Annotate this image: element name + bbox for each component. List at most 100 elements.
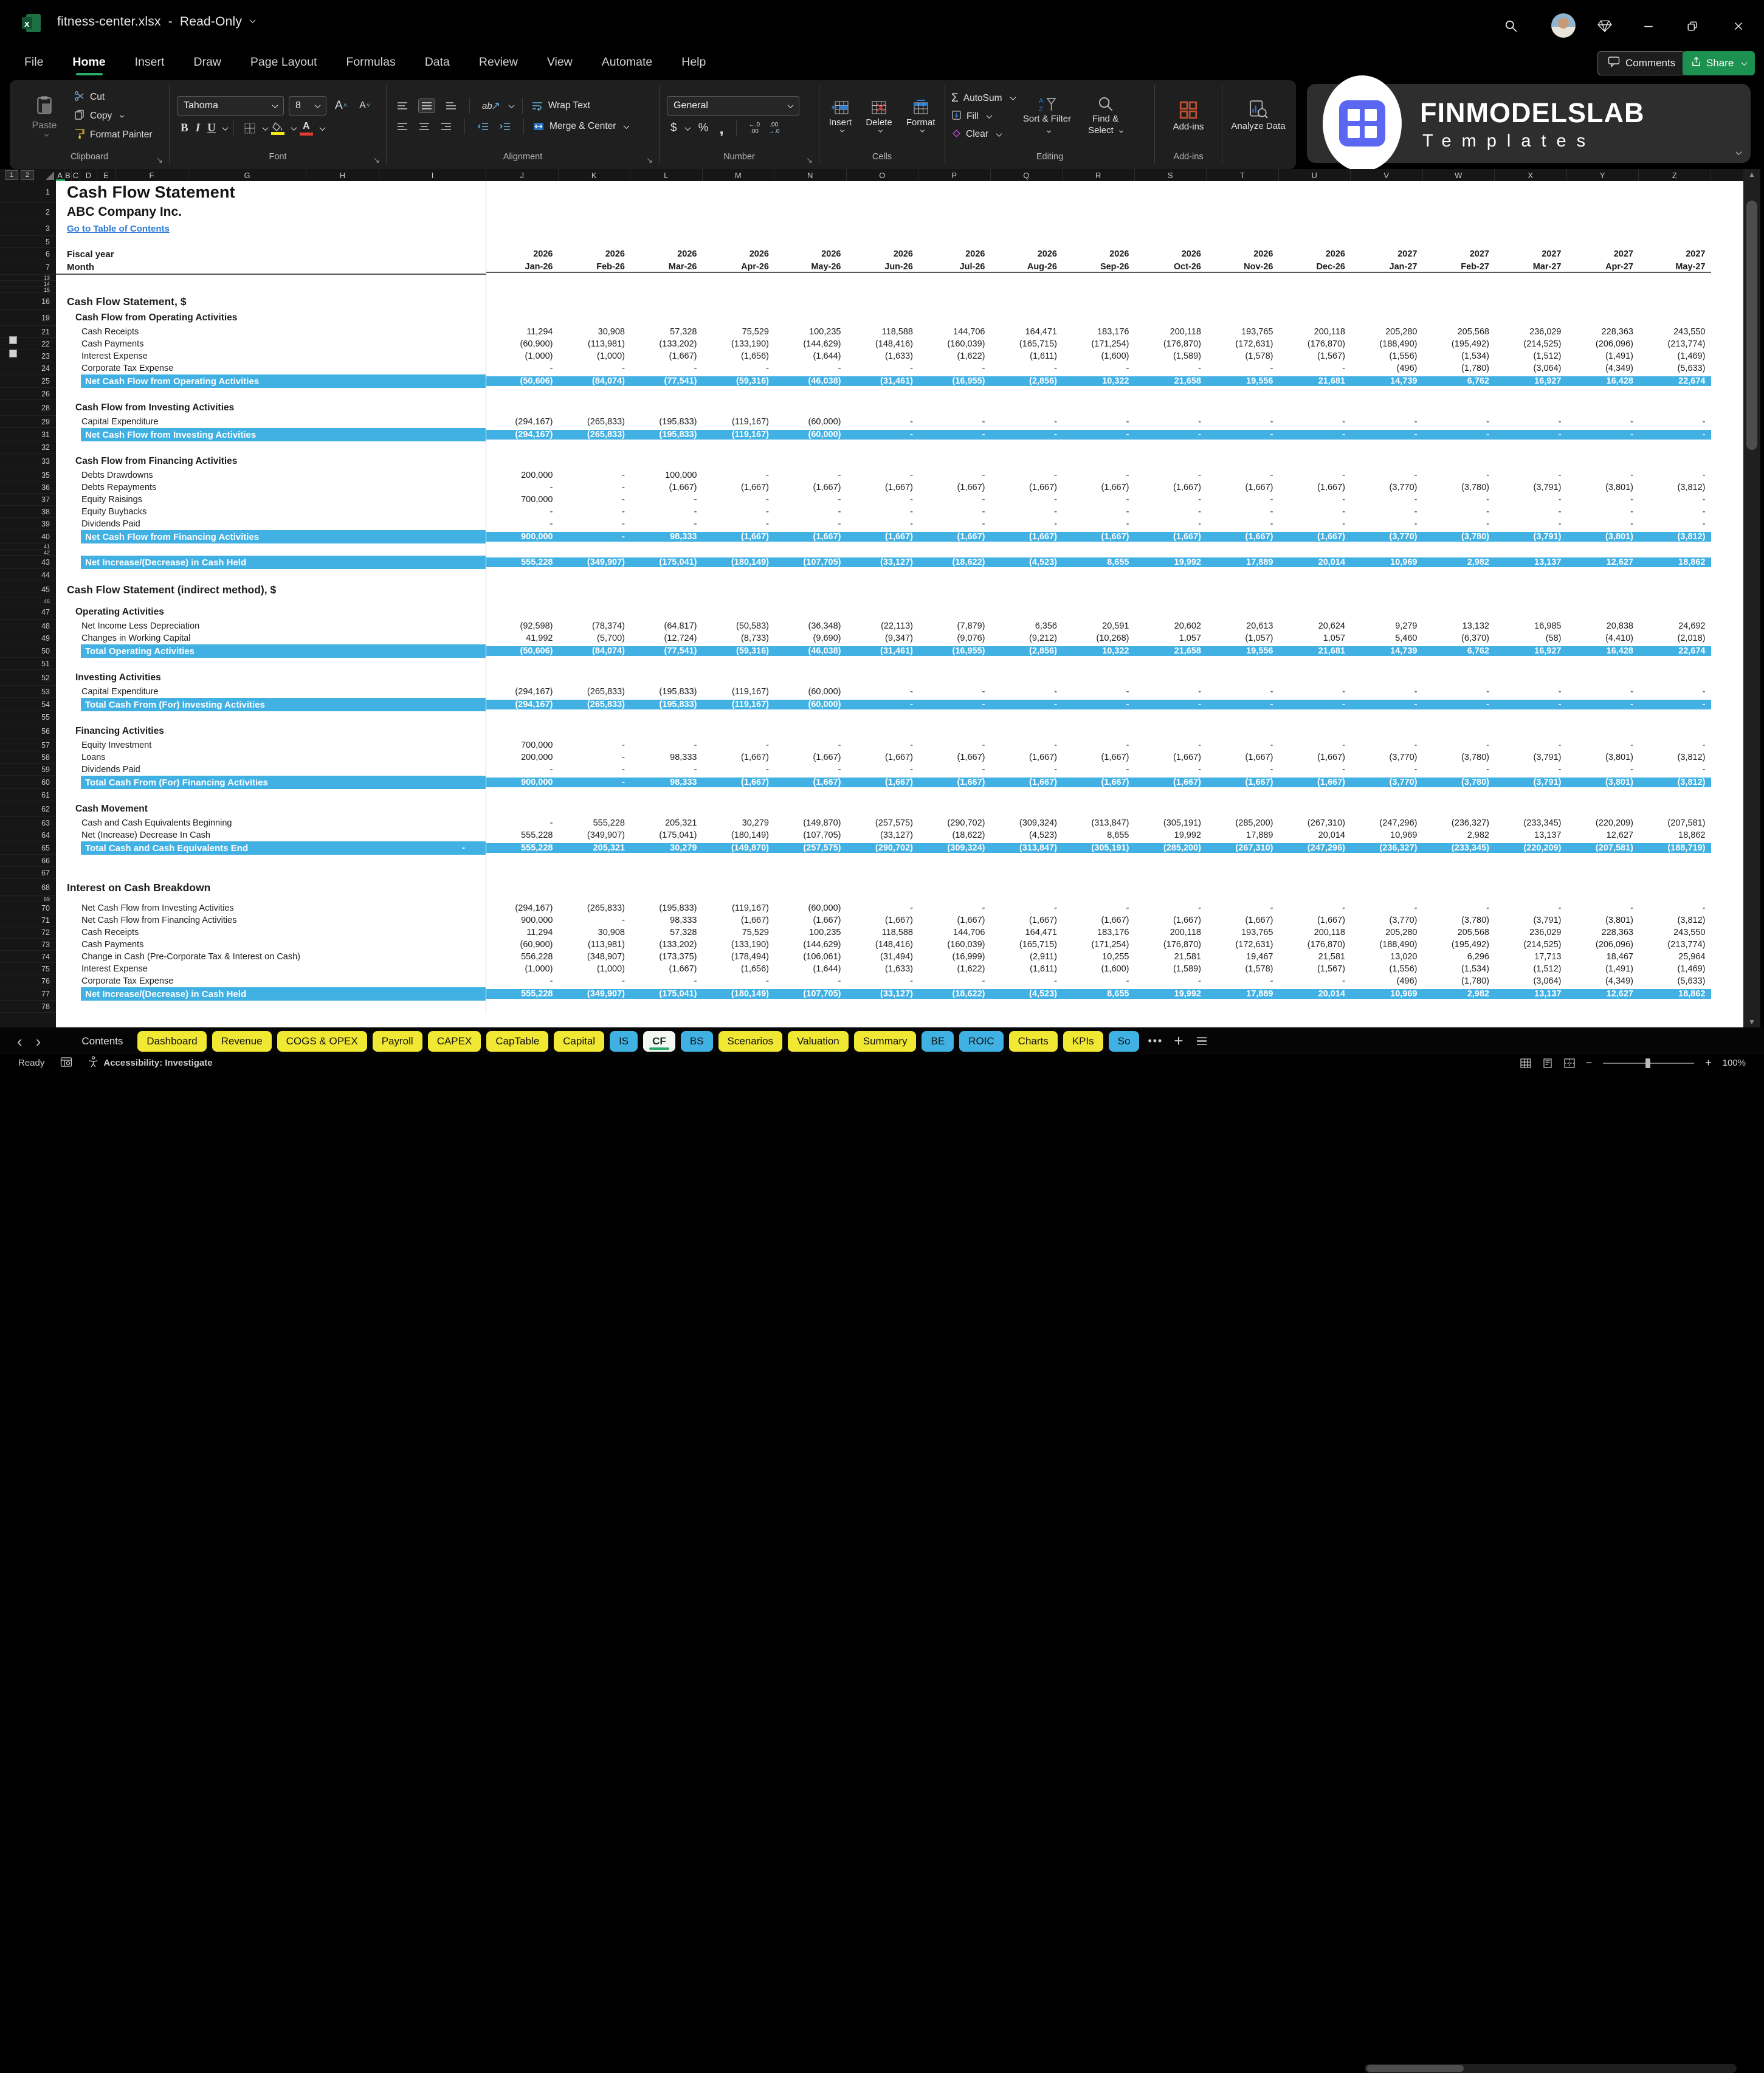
cell[interactable]: - (918, 507, 991, 517)
menu-item-automate[interactable]: Automate (602, 55, 652, 69)
cell[interactable]: (305,191) (1063, 843, 1135, 853)
cell[interactable]: 2,982 (1423, 830, 1495, 840)
cell[interactable]: (265,833) (559, 700, 631, 709)
cell[interactable]: (58) (1495, 633, 1567, 643)
cell[interactable]: - (486, 483, 559, 492)
cell[interactable]: (1,667) (630, 351, 703, 361)
cell[interactable]: 22,674 (1639, 646, 1711, 656)
row-number[interactable]: 76 (0, 975, 56, 987)
column-header-Q[interactable]: Q (991, 169, 1063, 181)
borders-menu[interactable] (262, 125, 268, 131)
cell[interactable]: - (703, 740, 775, 750)
row-label-cell[interactable] (56, 789, 486, 801)
cell[interactable]: (309,324) (918, 843, 991, 853)
new-sheet-button[interactable]: + (1174, 1032, 1183, 1050)
cell[interactable]: - (559, 916, 631, 925)
cell[interactable]: (1,491) (1567, 351, 1639, 361)
cell[interactable]: 2026 (1279, 249, 1351, 259)
alignment-dialog-launcher[interactable]: ↘ (646, 156, 653, 165)
cell[interactable]: 30,279 (630, 843, 703, 853)
cell[interactable]: (113,981) (559, 339, 631, 349)
cell[interactable]: 98,333 (630, 916, 703, 925)
row-label-cell[interactable] (56, 896, 486, 902)
cell[interactable]: - (1495, 903, 1567, 913)
column-header-Y[interactable]: Y (1567, 169, 1639, 181)
cell[interactable]: (1,667) (1207, 483, 1279, 492)
cell[interactable]: (313,847) (1063, 818, 1135, 828)
cell[interactable]: - (1639, 519, 1711, 529)
cell[interactable]: (60,000) (774, 903, 847, 913)
cell[interactable]: (214,525) (1495, 339, 1567, 349)
cell[interactable]: (3,791) (1495, 778, 1567, 787)
align-bottom-icon[interactable] (445, 101, 457, 111)
cell[interactable]: 19,556 (1207, 376, 1279, 386)
cell[interactable]: - (991, 700, 1063, 709)
cell[interactable]: - (991, 495, 1063, 505)
row-label-cell[interactable] (56, 658, 486, 670)
cell[interactable]: (3,780) (1423, 753, 1495, 762)
cell[interactable]: 75,529 (703, 928, 775, 937)
cell[interactable]: (119,167) (703, 687, 775, 697)
cell[interactable]: - (1639, 417, 1711, 427)
row-number[interactable]: 29 (0, 416, 56, 428)
cell[interactable]: (294,167) (486, 417, 559, 427)
cell[interactable]: - (559, 507, 631, 517)
cell[interactable]: (119,167) (703, 417, 775, 427)
cell[interactable]: (285,200) (1135, 843, 1207, 853)
cell[interactable]: - (1135, 740, 1207, 750)
font-dialog-launcher[interactable]: ↘ (373, 156, 380, 165)
row-label-cell[interactable] (56, 867, 486, 879)
fill-button[interactable]: Fill (951, 110, 1015, 123)
cell[interactable]: (113,981) (559, 940, 631, 950)
cell[interactable]: (1,000) (559, 351, 631, 361)
row-number[interactable]: 19 (0, 310, 56, 326)
cell[interactable]: (305,191) (1135, 818, 1207, 828)
cell[interactable]: - (1135, 364, 1207, 373)
cell[interactable]: (50,606) (486, 376, 559, 386)
cell[interactable]: - (1423, 519, 1495, 529)
cell[interactable]: 200,000 (486, 471, 559, 480)
cell[interactable]: - (847, 976, 919, 986)
cell[interactable]: (267,310) (1279, 818, 1351, 828)
row-number[interactable]: 21 (0, 326, 56, 338)
cell[interactable]: 18,862 (1639, 557, 1711, 567)
share-button[interactable]: Share (1683, 51, 1755, 75)
cell[interactable]: (1,644) (774, 964, 847, 974)
column-header-N[interactable]: N (774, 169, 847, 181)
cell[interactable]: (1,667) (847, 753, 919, 762)
cell[interactable]: - (1423, 687, 1495, 697)
sheet-tab-scenarios[interactable]: Scenarios (718, 1031, 783, 1052)
cell[interactable]: - (991, 507, 1063, 517)
row-number[interactable]: 74 (0, 951, 56, 963)
cell[interactable]: - (1567, 687, 1639, 697)
cell[interactable]: (31,461) (847, 646, 919, 656)
cell[interactable]: - (1567, 417, 1639, 427)
column-header-M[interactable]: M (703, 169, 775, 181)
row-number[interactable]: 66 (0, 855, 56, 867)
cell[interactable]: (59,316) (703, 376, 775, 386)
sheet-tab-charts[interactable]: Charts (1009, 1031, 1058, 1052)
fill-color-icon[interactable] (271, 122, 284, 135)
cell[interactable]: (3,770) (1351, 916, 1423, 925)
cell[interactable]: (149,870) (703, 843, 775, 853)
cell[interactable]: 555,228 (486, 557, 559, 567)
cell[interactable]: 1,057 (1279, 633, 1351, 643)
cell[interactable]: (50,583) (703, 621, 775, 631)
sheet-tab-summary[interactable]: Summary (854, 1031, 917, 1052)
cell[interactable]: - (1495, 430, 1567, 440)
cell[interactable]: 9,279 (1351, 621, 1423, 631)
cell[interactable]: - (703, 364, 775, 373)
cell[interactable]: (10,268) (1063, 633, 1135, 643)
cell[interactable]: (1,567) (1279, 964, 1351, 974)
cell[interactable]: (3,780) (1423, 532, 1495, 542)
row-label-cell[interactable]: Net Cash Flow from Investing Activities (56, 902, 486, 914)
cell[interactable]: 13,137 (1495, 989, 1567, 999)
search-icon[interactable] (1499, 16, 1523, 36)
italic-button[interactable]: I (196, 122, 200, 135)
cell[interactable]: - (1207, 495, 1279, 505)
cell[interactable]: - (991, 364, 1063, 373)
cell[interactable]: - (1135, 519, 1207, 529)
page-layout-view-icon[interactable] (1542, 1058, 1553, 1068)
row-label-cell[interactable] (56, 236, 486, 248)
cell[interactable]: - (991, 417, 1063, 427)
